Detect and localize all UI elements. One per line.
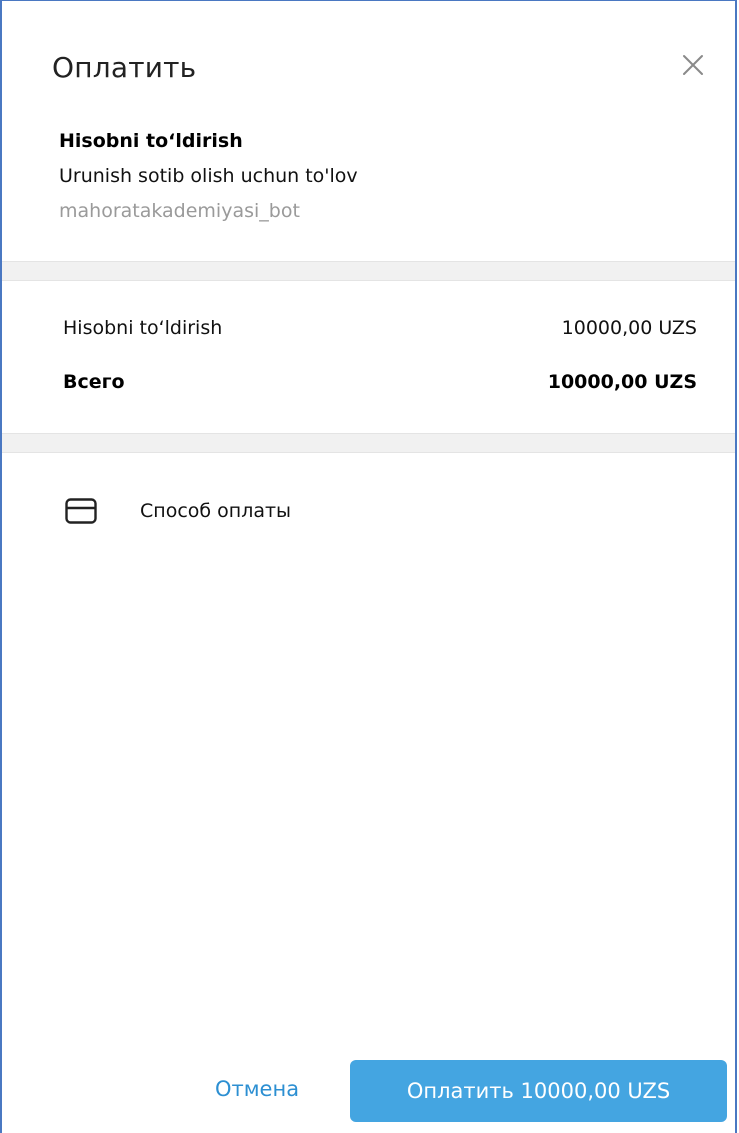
close-icon [683, 55, 703, 75]
card-icon [65, 498, 97, 524]
price-total-label: Всего [63, 371, 125, 393]
price-total-row: Всего 10000,00 UZS [63, 371, 697, 393]
cancel-button[interactable]: Отмена [187, 1062, 327, 1116]
invoice-title: Hisobni to‘ldirish [59, 130, 243, 152]
price-total-amount: 10000,00 UZS [547, 371, 697, 393]
payment-method-label: Способ оплаты [140, 500, 292, 522]
section-divider [2, 261, 735, 281]
price-item-label: Hisobni to‘ldirish [63, 317, 223, 339]
payment-dialog: Оплатить Hisobni to‘ldirish Urunish soti… [0, 0, 737, 1133]
bot-name: mahoratakademiyasi_bot [59, 200, 300, 222]
price-item-row: Hisobni to‘ldirish 10000,00 UZS [63, 317, 697, 339]
section-divider [2, 433, 735, 453]
payment-method-row[interactable]: Способ оплаты [65, 491, 705, 531]
invoice-description: Urunish sotib olish uchun to'lov [59, 165, 358, 187]
pay-button[interactable]: Оплатить 10000,00 UZS [350, 1060, 727, 1122]
dialog-header: Оплатить [2, 1, 735, 131]
close-button[interactable] [679, 51, 707, 79]
invoice-info: Hisobni to‘ldirish Urunish sotib olish u… [59, 126, 705, 226]
dialog-title: Оплатить [52, 51, 197, 84]
price-item-amount: 10000,00 UZS [561, 317, 697, 339]
